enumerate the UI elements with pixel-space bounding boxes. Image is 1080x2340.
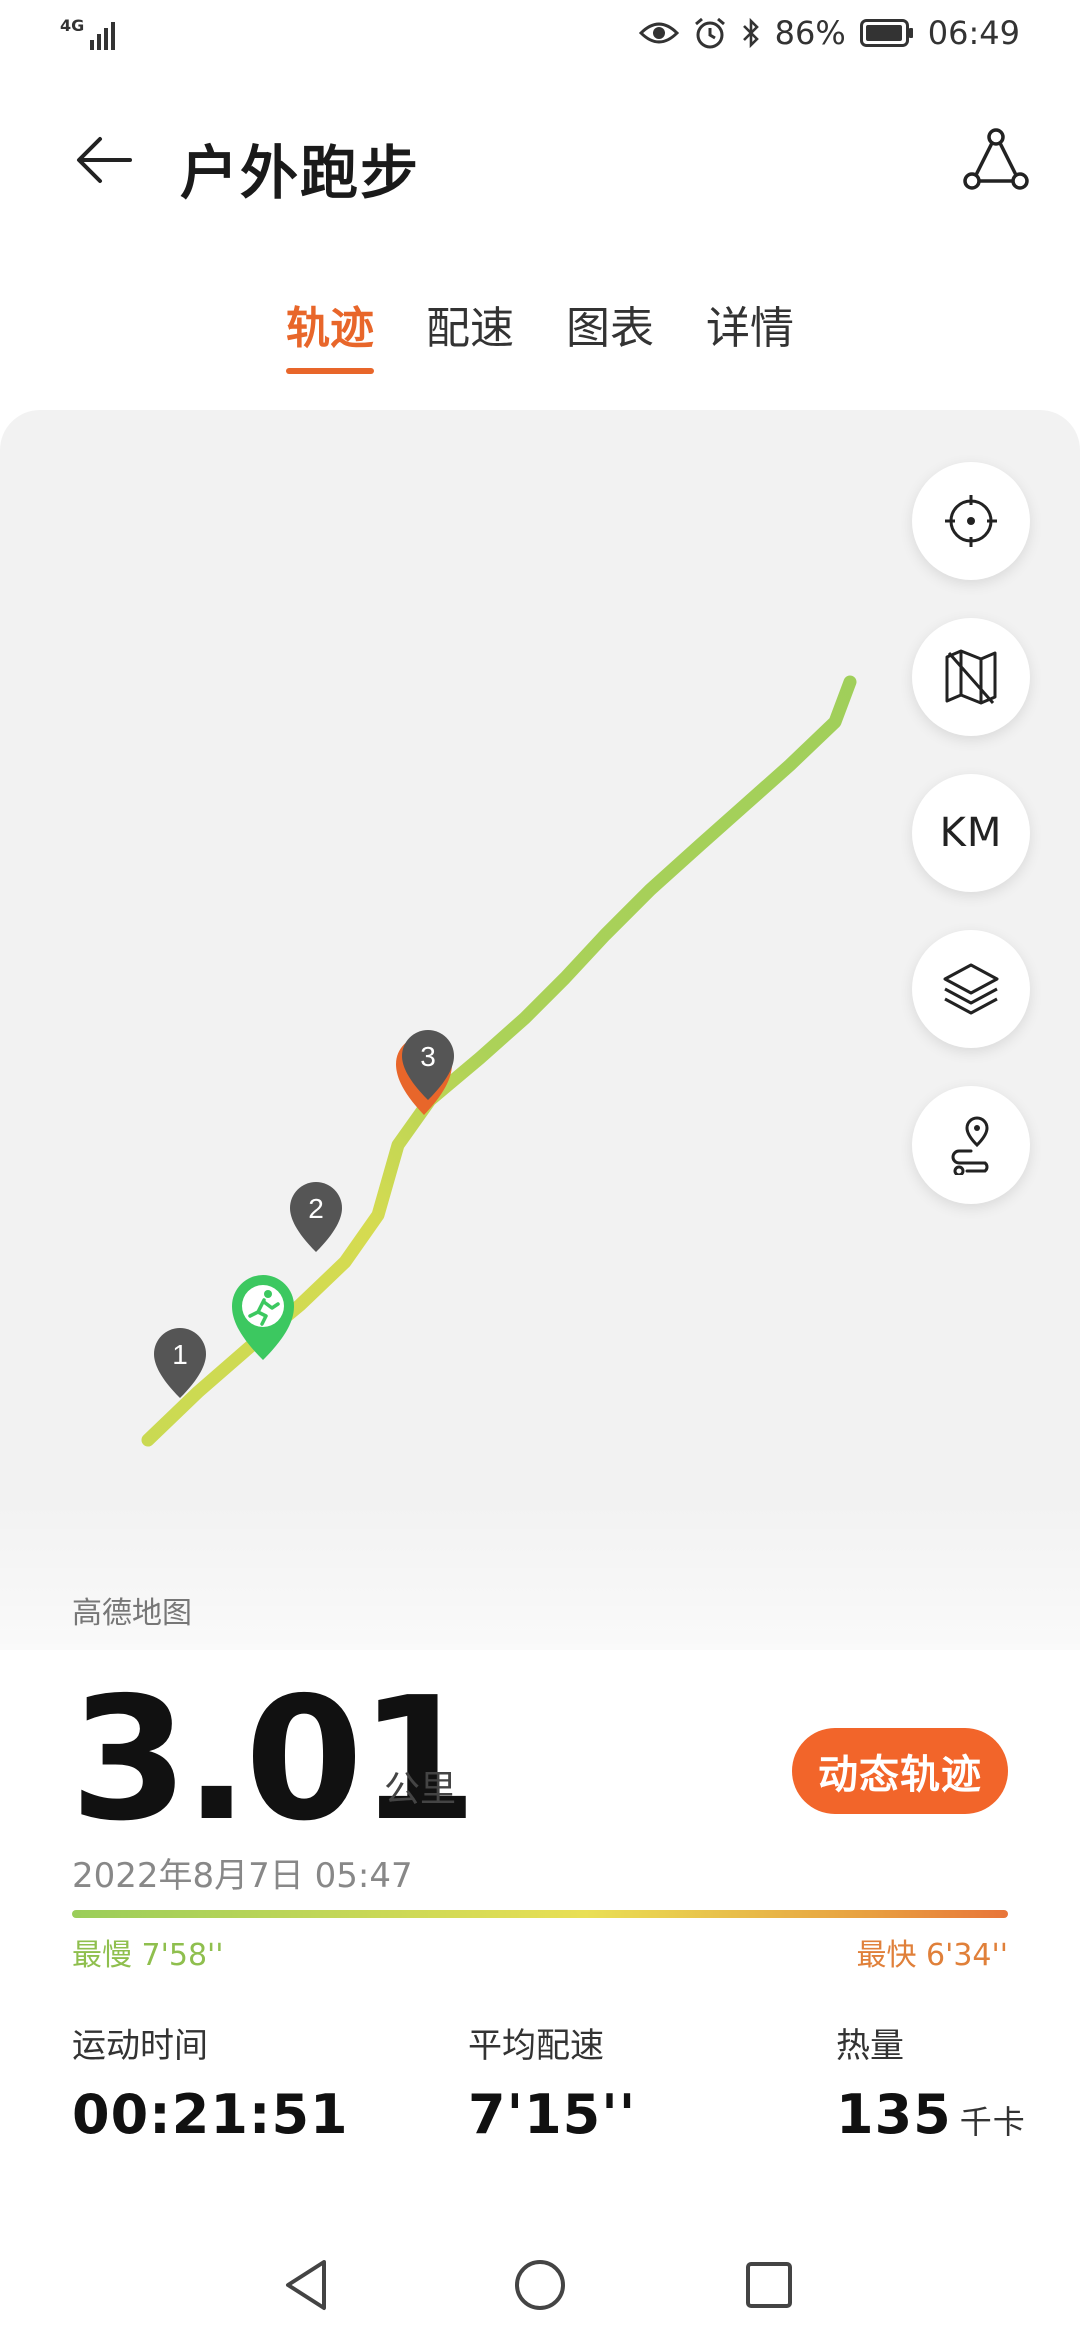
eye-icon <box>638 22 679 44</box>
stat-value: 135 千卡 <box>836 2083 1026 2146</box>
header: 户外跑步 <box>0 100 1080 220</box>
battery-icon <box>859 19 913 47</box>
slowest-pace: 最慢 7'58'' <box>72 1938 224 1973</box>
tab-chart[interactable]: 图表 <box>566 292 654 374</box>
route-map: 3 2 1 <box>141 675 857 1447</box>
battery-percent: 86% <box>774 14 846 52</box>
pace-gradient-bar <box>72 1910 1008 1918</box>
dynamic-track-button[interactable]: 动态轨迹 <box>792 1728 1008 1814</box>
distance-unit: 公里 <box>384 1769 457 1810</box>
signal-icon <box>90 22 115 50</box>
svg-text:1: 1 <box>172 1339 188 1370</box>
stat-label: 平均配速 <box>468 2026 604 2066</box>
nav-home-icon[interactable] <box>505 2250 575 2320</box>
bluetooth-icon <box>742 17 759 49</box>
calories-unit: 千卡 <box>959 2103 1026 2141</box>
page-title: 户外跑步 <box>180 139 421 207</box>
duration-value: 00:21:51 <box>72 2083 349 2146</box>
map-off-icon <box>945 649 997 705</box>
tab-bar: 轨迹 配速 图表 详情 <box>0 292 1080 374</box>
stat-value: 7'15'' <box>468 2083 636 2146</box>
alarm-icon <box>694 17 725 49</box>
crosshair-icon <box>945 495 997 547</box>
calories-value: 135 <box>836 2083 952 2146</box>
hide-map-button[interactable] <box>912 618 1030 736</box>
locate-button[interactable] <box>912 462 1030 580</box>
stat-calories: 热量 135 千卡 <box>836 2018 1026 2146</box>
km-label: KM <box>939 810 1003 856</box>
tab-details[interactable]: 详情 <box>706 292 794 374</box>
km-toggle-button[interactable]: KM <box>912 774 1030 892</box>
layers-icon <box>943 963 999 1015</box>
route-points-button[interactable] <box>912 1086 1030 1204</box>
nav-back-icon[interactable] <box>274 2250 344 2320</box>
layers-button[interactable] <box>912 930 1030 1048</box>
fastest-pace: 最快 6'34'' <box>856 1938 1008 1973</box>
svg-text:3: 3 <box>420 1041 436 1072</box>
back-arrow-icon[interactable] <box>70 125 140 195</box>
system-nav-bar <box>0 2230 1080 2340</box>
avg-pace-value: 7'15'' <box>468 2083 637 2146</box>
stat-value: 00:21:51 <box>72 2083 349 2146</box>
stat-label: 热量 <box>836 2026 904 2066</box>
route-share-icon[interactable] <box>960 125 1030 195</box>
network-type: 4G <box>60 16 85 35</box>
km-marker-2: 2 <box>290 1182 342 1252</box>
svg-text:2: 2 <box>308 1193 324 1224</box>
workout-datetime: 2022年8月7日 05:47 <box>72 1856 413 1896</box>
map-source-label: 高德地图 <box>72 1596 192 1631</box>
tab-track[interactable]: 轨迹 <box>286 292 374 374</box>
route-pin-icon <box>951 1116 989 1175</box>
clock-time: 06:49 <box>927 14 1020 52</box>
stat-label: 运动时间 <box>72 2026 208 2066</box>
stat-duration: 运动时间 00:21:51 <box>72 2018 349 2146</box>
status-bar: 4G 86% 06:49 <box>0 0 1080 72</box>
stat-avg-pace: 平均配速 7'15'' <box>468 2018 636 2146</box>
tab-pace[interactable]: 配速 <box>426 292 514 374</box>
nav-recents-icon[interactable] <box>734 2250 804 2320</box>
